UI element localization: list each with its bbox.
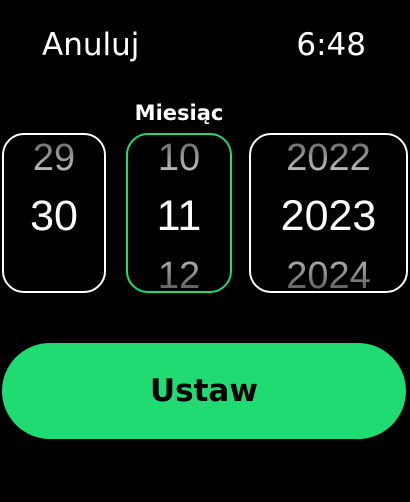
status-time: 6:48 — [296, 27, 366, 63]
picker-selected-label: Miesiąc — [134, 101, 224, 125]
year-option-below[interactable]: 2024 — [251, 257, 406, 291]
month-option-above[interactable]: 10 — [128, 139, 230, 177]
cancel-button[interactable]: Anuluj — [42, 24, 139, 66]
year-option-above[interactable]: 2022 — [251, 139, 406, 177]
year-wheel[interactable]: 2022 2023 2024 — [249, 133, 408, 293]
month-wheel[interactable]: 10 11 12 — [126, 133, 232, 293]
day-selected-value[interactable]: 30 — [4, 195, 104, 238]
set-button[interactable]: Ustaw — [2, 343, 406, 439]
day-option-above[interactable]: 29 — [4, 139, 104, 177]
month-option-below[interactable]: 12 — [128, 257, 230, 291]
wheel-fade-bottom — [4, 247, 104, 291]
month-selected-value[interactable]: 11 — [128, 195, 230, 238]
day-wheel[interactable]: 29 30 — [2, 133, 106, 293]
year-selected-value[interactable]: 2023 — [251, 195, 406, 238]
